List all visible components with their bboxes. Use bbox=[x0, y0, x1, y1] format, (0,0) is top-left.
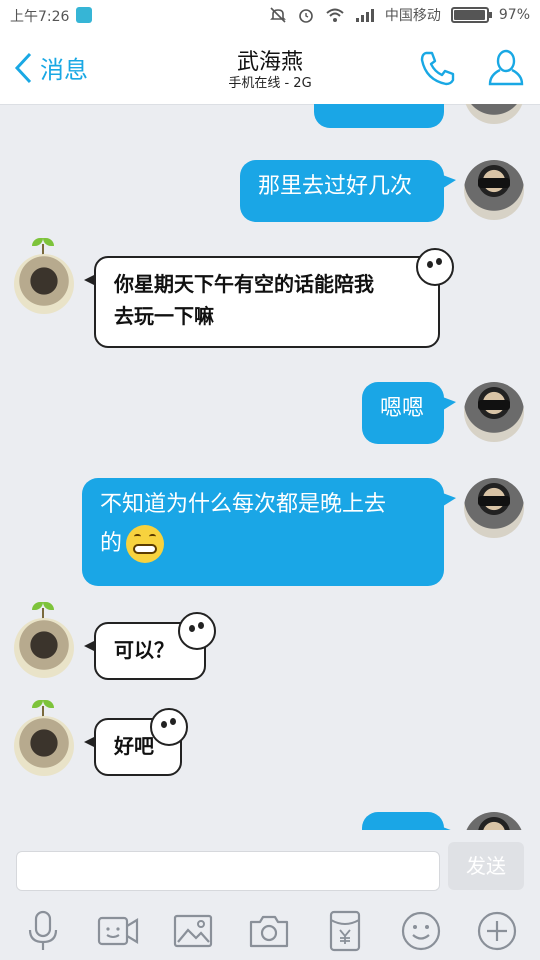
my-avatar[interactable] bbox=[464, 812, 524, 830]
bubble-ghost-decoration bbox=[416, 248, 454, 286]
red-packet-icon[interactable] bbox=[322, 908, 368, 954]
battery-icon bbox=[450, 7, 492, 23]
image-icon[interactable] bbox=[170, 908, 216, 954]
send-button[interactable]: 发送 bbox=[448, 842, 524, 890]
my-avatar[interactable] bbox=[464, 104, 524, 124]
message-text-line: 你星期天下午有空的话能陪我 bbox=[114, 272, 374, 296]
contact-avatar[interactable] bbox=[14, 716, 74, 776]
message-text: 那里去过好几次 bbox=[258, 174, 413, 199]
carrier-label: 中国移动 bbox=[384, 8, 441, 24]
plus-icon[interactable] bbox=[474, 908, 520, 954]
my-avatar[interactable] bbox=[464, 478, 524, 538]
sprout-decoration bbox=[30, 600, 56, 620]
video-icon[interactable] bbox=[95, 908, 141, 954]
camera-icon[interactable] bbox=[246, 908, 292, 954]
battery-percent: 97% bbox=[498, 7, 530, 23]
message-bubble-sent[interactable]: 那里去过好几次 bbox=[240, 160, 456, 222]
message-text-line: 的 bbox=[100, 530, 123, 556]
contact-profile-icon[interactable] bbox=[486, 48, 526, 88]
my-avatar[interactable] bbox=[464, 160, 524, 220]
message-text-line: 不知道为什么每次都是晚上去 bbox=[100, 492, 387, 517]
app-notification-icon bbox=[76, 7, 92, 23]
bubble-ghost-decoration bbox=[150, 708, 188, 746]
message-bubble-sent[interactable]: 嗯嗯 bbox=[362, 382, 456, 444]
composer-bar: 发送 bbox=[0, 830, 540, 960]
mute-icon bbox=[269, 7, 286, 23]
message-text: 嗯嗯 bbox=[380, 396, 425, 421]
message-text-line: 去玩一下嘛 bbox=[114, 304, 214, 328]
status-right-group: 中国移动 97% bbox=[269, 5, 530, 25]
message-bubble-received[interactable]: 你星期天下午有空的话能陪我 去玩一下嘛 bbox=[84, 256, 440, 348]
phone-icon[interactable] bbox=[418, 48, 458, 88]
message-bubble-sent[interactable]: 不知道为什么每次都是晚上去 的 bbox=[82, 478, 456, 586]
message-text: 好吧 bbox=[114, 734, 154, 758]
emoji-icon[interactable] bbox=[398, 908, 444, 954]
contact-status: 手机在线 - 2G bbox=[228, 76, 312, 91]
wifi-icon bbox=[326, 8, 344, 22]
grinning-face-emoji-icon bbox=[126, 524, 165, 563]
message-input[interactable] bbox=[16, 851, 440, 891]
status-time: 上午7:26 bbox=[10, 9, 70, 25]
microphone-icon[interactable] bbox=[20, 908, 66, 954]
bubble-ghost-decoration bbox=[178, 612, 216, 650]
sprout-decoration bbox=[30, 236, 56, 256]
message-text: 可以？ bbox=[114, 638, 174, 662]
message-bubble-partial[interactable] bbox=[314, 104, 444, 128]
signal-icon bbox=[355, 9, 374, 22]
contact-avatar[interactable] bbox=[14, 618, 74, 678]
message-list[interactable]: 那里去过好几次 你星期天下午有空的话能陪我 去玩一下嘛 嗯嗯 不知道为什么每次都… bbox=[0, 104, 540, 830]
contact-avatar[interactable] bbox=[14, 254, 74, 314]
message-bubble-partial[interactable] bbox=[362, 812, 456, 830]
sprout-decoration bbox=[30, 698, 56, 718]
chat-header: 消息 武海燕 手机在线 - 2G bbox=[0, 30, 540, 105]
status-bar: 上午7:26 中国移动 97% bbox=[0, 0, 540, 30]
my-avatar[interactable] bbox=[464, 382, 524, 442]
alarm-icon bbox=[299, 9, 313, 23]
